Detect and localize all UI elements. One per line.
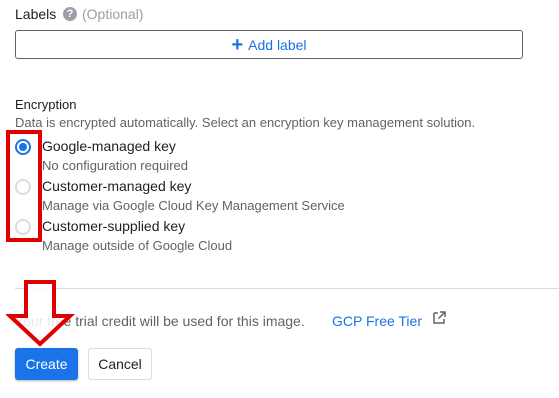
annotation-highlight-box [6,130,42,242]
plus-icon: + [231,33,244,56]
add-label-button[interactable]: + Add label [15,30,523,59]
help-icon[interactable]: ? [63,7,77,21]
external-link-icon[interactable] [431,310,447,326]
annotation-arrow-icon [6,280,76,347]
radio-label: Customer-supplied key [42,218,186,234]
encryption-title: Encryption [15,97,77,112]
cancel-button[interactable]: Cancel [88,348,152,380]
radio-sublabel: No configuration required [42,158,188,173]
labels-optional-hint: (Optional) [82,6,144,22]
radio-label: Google-managed key [42,138,176,154]
divider [15,288,559,289]
radio-label: Customer-managed key [42,178,192,194]
add-label-text: Add label [248,36,307,53]
encryption-description: Data is encrypted automatically. Select … [15,115,476,130]
gcp-free-tier-link[interactable]: GCP Free Tier [332,313,422,329]
radio-sublabel: Manage via Google Cloud Key Management S… [42,198,345,213]
radio-sublabel: Manage outside of Google Cloud [42,238,233,253]
labels-title: Labels [15,6,57,22]
